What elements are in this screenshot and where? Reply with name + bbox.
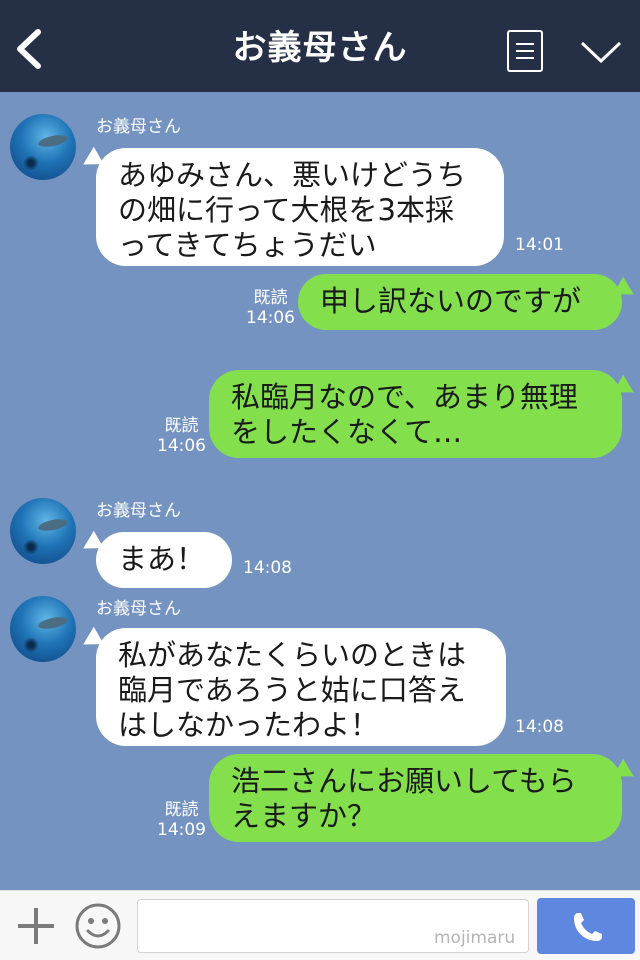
call-button[interactable] — [537, 898, 635, 954]
input-bar: mojimaru — [0, 890, 640, 960]
sender-name: お義母さん — [96, 117, 181, 137]
message-line: 私臨月なので、あまり無理 — [231, 380, 578, 414]
menu-button[interactable] — [507, 30, 543, 72]
chevron-down-icon — [580, 41, 622, 64]
sender-name: お義母さん — [96, 599, 181, 619]
read-receipt: 既読 14:06 — [246, 288, 295, 328]
message-bubble[interactable]: あゆみさん、悪いけどうち の畑に行って大根を3本採 ってきてちょうだい — [96, 148, 504, 266]
read-label: 既読 — [164, 416, 199, 436]
chat-area[interactable]: お義母さん あゆみさん、悪いけどうち の畑に行って大根を3本採 ってきてちょうだ… — [0, 92, 640, 890]
read-receipt: 既読 14:06 — [157, 416, 206, 456]
read-label: 既読 — [253, 288, 288, 308]
message-bubble[interactable]: 申し訳ないのですが — [298, 274, 622, 330]
message-bubble[interactable]: まあ！ — [96, 532, 232, 588]
message-time: 14:06 — [246, 308, 295, 328]
message-line: をしたくなくて… — [231, 415, 463, 449]
plus-icon — [18, 908, 54, 944]
message-time: 14:09 — [157, 820, 206, 840]
message-line: はしなかったわよ！ — [118, 708, 380, 742]
chat-title: お義母さん — [232, 28, 408, 68]
message-line: あゆみさん、悪いけどうち — [118, 158, 467, 192]
menu-icon-line — [516, 57, 534, 59]
message-line: 浩二さんにお願いしてもら — [231, 764, 577, 798]
chevron-left-icon — [17, 29, 41, 69]
watermark: mojimaru — [434, 928, 516, 948]
message-time: 14:08 — [243, 558, 292, 578]
menu-icon — [516, 43, 534, 45]
chat-header: お義母さん — [0, 0, 640, 92]
sender-name: お義母さん — [96, 501, 181, 521]
read-receipt: 既読 14:09 — [157, 800, 206, 840]
menu-icon-line — [516, 50, 534, 52]
message-line: の畑に行って大根を3本採 — [118, 193, 455, 227]
message-bubble[interactable]: 私臨月なので、あまり無理 をしたくなくて… — [209, 370, 622, 458]
avatar[interactable] — [10, 596, 76, 662]
message-time: 14:01 — [515, 235, 564, 255]
message-time: 14:06 — [157, 436, 206, 456]
dropdown-button[interactable] — [580, 38, 622, 66]
back-button[interactable] — [10, 26, 50, 72]
message-line: まあ！ — [118, 542, 206, 576]
message-line: 私があなたくらいのときは — [118, 638, 467, 672]
emoji-button[interactable] — [74, 902, 122, 950]
add-button[interactable] — [16, 906, 56, 946]
message-line: 申し訳ないのですが — [320, 284, 582, 318]
message-bubble[interactable]: 浩二さんにお願いしてもら えますか？ — [209, 754, 622, 842]
message-bubble[interactable]: 私があなたくらいのときは 臨月であろうと姑に口答え はしなかったわよ！ — [96, 628, 506, 746]
phone-icon — [574, 913, 602, 941]
read-label: 既読 — [164, 800, 199, 820]
avatar[interactable] — [10, 114, 76, 180]
message-time: 14:08 — [515, 717, 564, 737]
message-line: ってきてちょうだい — [118, 228, 377, 262]
smiley-icon — [75, 903, 121, 949]
avatar[interactable] — [10, 498, 76, 564]
message-line: えますか？ — [231, 799, 377, 833]
message-line: 臨月であろうと姑に口答え — [118, 673, 466, 707]
